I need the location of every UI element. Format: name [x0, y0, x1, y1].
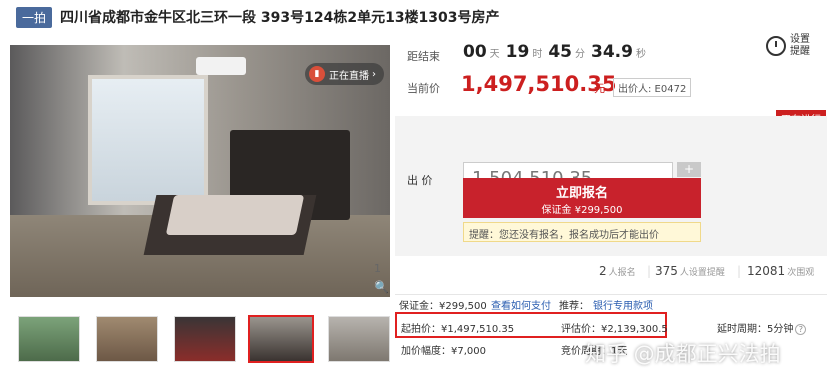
help-icon[interactable]: ? [795, 324, 807, 335]
photo-air-conditioner [196, 57, 246, 75]
views-count: 12081 [747, 264, 786, 278]
photo-page-number: 1 [374, 262, 381, 275]
watermark-text: 知乎 @成都正兴法拍 [585, 342, 781, 366]
reminders-count: 375 [655, 264, 678, 278]
appraisal-info: 评估价：¥2,139,300.5 [561, 324, 668, 335]
stat-divider-1: | [647, 264, 652, 278]
bid-label: 出 价 [407, 174, 433, 187]
stat-divider-2: | [737, 264, 742, 278]
countdown-minutes: 45 [548, 42, 573, 62]
auction-stats: 2 人报名 | 375 人设置提醒 | 12081 次围观 [395, 260, 827, 286]
signups-count: 2 [599, 264, 607, 278]
zoom-icon[interactable]: 🔍 [374, 280, 389, 294]
countdown-label: 距结束 [407, 50, 440, 63]
views-stat: 12081 次围观 [747, 264, 814, 278]
auction-round-tag: 一拍 [16, 6, 53, 28]
signups-stat: 2 人报名 [599, 264, 636, 278]
how-to-pay-link[interactable]: 查看如何支付 [491, 297, 551, 312]
reminder-label-line2: 提醒 [790, 46, 810, 57]
signup-tip: 提醒：您还没有报名，报名成功后才能出价 [463, 222, 701, 242]
current-price-unit: 元 [594, 82, 605, 95]
signups-label: 人报名 [608, 268, 636, 278]
countdown-days-unit: 天 [489, 49, 500, 60]
photo-sheet [165, 195, 305, 235]
countdown-seconds: 34.9 [591, 42, 633, 62]
bank-account-link[interactable]: 银行专用款项 [593, 297, 653, 312]
countdown-hours: 19 [505, 42, 530, 62]
countdown-timer: 00 天 19 时 45 分 34.9 秒 [463, 42, 652, 62]
deposit-info: 保证金：¥299,500 [399, 301, 487, 312]
signup-button[interactable]: 立即报名 保证金 ¥299,500 [463, 178, 701, 218]
thumbnail-5[interactable] [328, 316, 390, 362]
reminder-label-line1: 设置 [790, 34, 810, 45]
countdown-hours-unit: 时 [532, 49, 543, 60]
recommend-label: 推荐： [559, 301, 589, 312]
live-stream-button[interactable]: ▮ 正在直播 › [305, 63, 384, 85]
delay-period-text: 延时周期：5分钟 [717, 324, 794, 335]
page-header: 一拍 四川省成都市金牛区北三环一段 393号124栋2单元13楼1303号房产 [0, 0, 830, 34]
alarm-clock-icon [766, 36, 786, 56]
main-photo[interactable]: ▮ 正在直播 › [10, 45, 390, 297]
start-price-info: 起拍价：¥1,497,510.35 [401, 324, 515, 335]
current-price-label: 当前价 [407, 82, 440, 95]
thumbnail-3[interactable] [174, 316, 236, 362]
signup-button-title: 立即报名 [555, 186, 608, 201]
thumbnail-4-selected[interactable] [248, 315, 314, 363]
stats-divider [395, 294, 827, 295]
reminder-label: 设置 提醒 [790, 34, 810, 58]
page-title: 四川省成都市金牛区北三环一段 393号124栋2单元13楼1303号房产 [60, 10, 500, 26]
increment-info: 加价幅度：¥7,000 [401, 346, 486, 357]
reminders-stat: 375 人设置提醒 [655, 264, 725, 278]
thumbnail-2[interactable] [96, 316, 158, 362]
signup-button-deposit: 保证金 ¥299,500 [541, 205, 623, 216]
views-label: 次围观 [787, 268, 815, 278]
auction-panel: 距结束 00 天 19 时 45 分 34.9 秒 设置 提醒 当前价 1,49… [395, 34, 830, 387]
thumbnail-strip [18, 315, 390, 364]
reminders-label: 人设置提醒 [679, 268, 725, 278]
live-label: 正在直播 [329, 70, 369, 82]
live-icon: ▮ [309, 66, 325, 82]
photo-window [88, 75, 208, 205]
bidder-badge: 出价人: E0472 [613, 78, 692, 97]
thumbnail-1[interactable] [18, 316, 80, 362]
increase-bid-button[interactable]: + [677, 162, 701, 177]
countdown-seconds-unit: 秒 [635, 49, 646, 60]
countdown-minutes-unit: 分 [575, 49, 586, 60]
set-reminder-button[interactable]: 设置 提醒 [766, 34, 818, 58]
delay-period-info: 延时周期：5分钟? [717, 320, 807, 335]
countdown-days: 00 [463, 42, 487, 62]
chevron-right-icon: › [372, 68, 376, 80]
